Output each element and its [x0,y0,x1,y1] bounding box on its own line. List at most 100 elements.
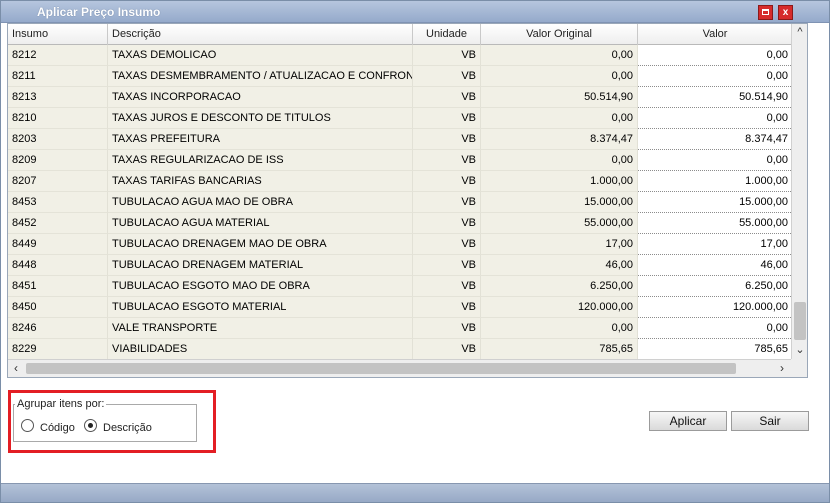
cell-valor-original: 50.514,90 [481,87,638,108]
cell-valor-original: 17,00 [481,234,638,255]
cell-descricao: TUBULACAO ESGOTO MATERIAL [108,297,413,318]
cell-valor-original: 1.000,00 [481,171,638,192]
table-row[interactable]: 8210 TAXAS JUROS E DESCONTO DE TITULOS VB 0… [8,108,793,129]
cell-insumo: 8213 [8,87,108,108]
horizontal-scroll-thumb[interactable] [26,363,736,374]
cell-descricao: TAXAS DEMOLICAO [108,45,413,66]
cell-descricao: TAXAS INCORPORACAO [108,87,413,108]
group-by-legend: Agrupar itens por: [15,398,107,410]
cell-valor-original: 55.000,00 [481,213,638,234]
cell-valor[interactable]: 0,00 [638,108,793,129]
table-row[interactable]: 8213 TAXAS INCORPORACAO VB 50.514,90 50.514,… [8,87,793,108]
cell-descricao: VIABILIDADES [108,339,413,360]
cell-unidade: VB [413,318,481,339]
scroll-left-icon[interactable]: ‹ [8,360,24,377]
cell-descricao: TUBULACAO ESGOTO MAO DE OBRA [108,276,413,297]
table-row[interactable]: 8452 TUBULACAO AGUA MATERIAL VB 55.000,00 55… [8,213,793,234]
scroll-down-icon[interactable]: ⌄ [792,342,807,358]
exit-button[interactable]: Sair [731,411,809,431]
scroll-right-icon[interactable]: › [774,360,790,377]
cell-insumo: 8229 [8,339,108,360]
cell-valor[interactable]: 785,65 [638,339,793,360]
horizontal-scrollbar[interactable]: ‹ › [8,359,791,377]
table-row[interactable]: 8448 TUBULACAO DRENAGEM MATERIAL VB 46,00 46… [8,255,793,276]
cell-valor[interactable]: 17,00 [638,234,793,255]
cell-insumo: 8203 [8,129,108,150]
table-row[interactable]: 8203 TAXAS PREFEITURA VB 8.374,47 8.374,47 [8,129,793,150]
table-row[interactable]: 8229 VIABILIDADES VB 785,65 785,65 [8,339,793,360]
cell-insumo: 8246 [8,318,108,339]
cell-insumo: 8451 [8,276,108,297]
cell-insumo: 8212 [8,45,108,66]
status-bar [1,483,829,502]
cell-unidade: VB [413,213,481,234]
cell-valor[interactable]: 120.000,00 [638,297,793,318]
cell-unidade: VB [413,234,481,255]
table-row[interactable]: 8451 TUBULACAO ESGOTO MAO DE OBRA VB 6.250,… [8,276,793,297]
column-header-valor-original[interactable]: Valor Original [481,24,638,45]
cell-insumo: 8209 [8,150,108,171]
cell-valor-original: 785,65 [481,339,638,360]
cell-valor-original: 120.000,00 [481,297,638,318]
cell-descricao: TUBULACAO DRENAGEM MATERIAL [108,255,413,276]
column-header-descricao[interactable]: Descrição [108,24,413,45]
cell-unidade: VB [413,87,481,108]
column-header-insumo[interactable]: Insumo [8,24,108,45]
cell-descricao: TUBULACAO AGUA MAO DE OBRA [108,192,413,213]
cell-valor[interactable]: 15.000,00 [638,192,793,213]
cell-descricao: TUBULACAO DRENAGEM MAO DE OBRA [108,234,413,255]
table-row[interactable]: 8449 TUBULACAO DRENAGEM MAO DE OBRA VB 17,0… [8,234,793,255]
cell-valor[interactable]: 0,00 [638,318,793,339]
cell-valor-original: 0,00 [481,66,638,87]
maximize-icon[interactable] [758,5,773,20]
cell-unidade: VB [413,192,481,213]
vertical-scrollbar[interactable]: ^ ⌄ [791,24,807,359]
cell-valor[interactable]: 55.000,00 [638,213,793,234]
cell-valor[interactable]: 0,00 [638,150,793,171]
radio-descricao[interactable] [84,419,97,432]
cell-valor[interactable]: 6.250,00 [638,276,793,297]
table-row[interactable]: 8211 TAXAS DESMEMBRAMENTO / ATUALIZACAO E… [8,66,793,87]
cell-unidade: VB [413,108,481,129]
title-bar[interactable]: Aplicar Preço Insumo x [1,1,829,23]
cell-valor-original: 46,00 [481,255,638,276]
column-header-unidade[interactable]: Unidade [413,24,481,45]
cell-valor[interactable]: 8.374,47 [638,129,793,150]
cell-insumo: 8207 [8,171,108,192]
table-header: Insumo Descrição Unidade Valor Original … [8,24,793,45]
cell-descricao: VALE TRANSPORTE [108,318,413,339]
cell-insumo: 8449 [8,234,108,255]
cell-valor-original: 6.250,00 [481,276,638,297]
cell-valor[interactable]: 50.514,90 [638,87,793,108]
cell-valor[interactable]: 0,00 [638,66,793,87]
table-row[interactable]: 8246 VALE TRANSPORTE VB 0,00 0,00 [8,318,793,339]
radio-codigo-label[interactable]: Código [40,422,75,434]
column-header-valor[interactable]: Valor [638,24,793,45]
table-row[interactable]: 8453 TUBULACAO AGUA MAO DE OBRA VB 15.000,0… [8,192,793,213]
close-icon[interactable]: x [778,5,793,20]
table-row[interactable]: 8207 TAXAS TARIFAS BANCARIAS VB 1.000,00 1.0… [8,171,793,192]
cell-descricao: TAXAS JUROS E DESCONTO DE TITULOS [108,108,413,129]
cell-valor-original: 0,00 [481,318,638,339]
cell-unidade: VB [413,276,481,297]
scroll-up-icon[interactable]: ^ [792,24,807,40]
table-row[interactable]: 8450 TUBULACAO ESGOTO MATERIAL VB 120.000,0… [8,297,793,318]
cell-valor[interactable]: 0,00 [638,45,793,66]
cell-valor-original: 0,00 [481,45,638,66]
cell-descricao: TUBULACAO AGUA MATERIAL [108,213,413,234]
apply-button[interactable]: Aplicar [649,411,727,431]
cell-valor[interactable]: 46,00 [638,255,793,276]
cell-insumo: 8453 [8,192,108,213]
dialog-window: Aplicar Preço Insumo x Insumo Descrição … [0,0,830,503]
table-row[interactable]: 8212 TAXAS DEMOLICAO VB 0,00 0,00 [8,45,793,66]
cell-insumo: 8452 [8,213,108,234]
cell-valor[interactable]: 1.000,00 [638,171,793,192]
cell-unidade: VB [413,66,481,87]
table-row[interactable]: 8209 TAXAS REGULARIZACAO DE ISS VB 0,00 0,00 [8,150,793,171]
radio-codigo[interactable] [21,419,34,432]
radio-descricao-label[interactable]: Descrição [103,422,152,434]
cell-descricao: TAXAS DESMEMBRAMENTO / ATUALIZACAO E CON… [108,66,413,87]
vertical-scroll-thumb[interactable] [794,302,806,340]
cell-unidade: VB [413,129,481,150]
cell-insumo: 8210 [8,108,108,129]
